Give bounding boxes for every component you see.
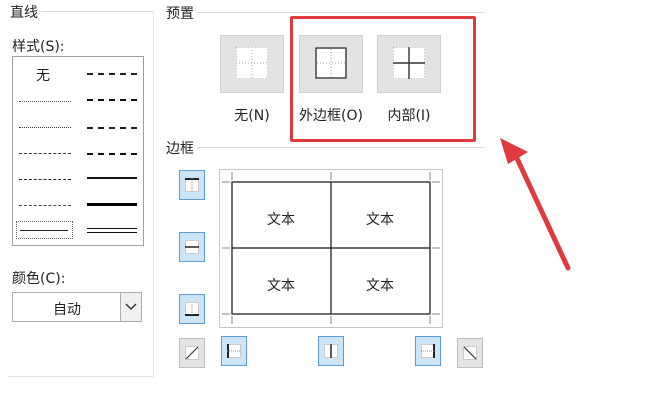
line-style-dashed-short[interactable] [19, 153, 71, 154]
annotation-highlight-box [290, 16, 476, 142]
color-dropdown-value: 自动 [53, 302, 81, 318]
line-style-dash-dot-thick[interactable] [87, 127, 137, 129]
preset-none-button[interactable] [220, 35, 284, 93]
border-diagonal-up-button[interactable] [179, 338, 205, 368]
line-style-dash-dot-medium[interactable] [87, 73, 137, 75]
preview-grid [222, 172, 440, 324]
line-style-none[interactable]: 无 [31, 65, 55, 85]
line-style-dash-dot-dot[interactable] [19, 205, 71, 206]
line-style-dash-dot[interactable] [19, 179, 71, 180]
line-group-title: 直线 [7, 2, 41, 22]
line-style-slant-dash[interactable] [87, 99, 137, 101]
preset-group-rule [165, 12, 485, 13]
border-bottom-button[interactable] [179, 294, 205, 324]
preset-group-title: 预置 [163, 3, 197, 23]
line-style-double[interactable] [87, 228, 137, 233]
line-style-medium-solid[interactable] [87, 177, 137, 179]
border-preview[interactable]: 文本 文本 文本 文本 [219, 169, 443, 328]
line-group-right-edge [153, 11, 154, 377]
style-label: 样式(S): [12, 39, 65, 55]
preview-cell-text: 文本 [366, 278, 394, 294]
color-dropdown[interactable]: 自动 [12, 292, 142, 322]
border-group-title: 边框 [163, 138, 197, 158]
chevron-down-icon[interactable] [120, 293, 141, 321]
line-style-thick-solid[interactable] [87, 203, 137, 206]
preview-cell-text: 文本 [267, 278, 295, 294]
border-inside-horizontal-button[interactable] [179, 232, 205, 262]
border-diagonal-down-button[interactable] [457, 338, 483, 368]
preview-cell-text: 文本 [267, 212, 295, 228]
preset-none-label: 无(N) [234, 108, 270, 124]
border-left-button[interactable] [221, 336, 247, 366]
border-right-button[interactable] [415, 336, 441, 366]
annotation-arrow-icon [500, 138, 571, 271]
border-inside-vertical-button[interactable] [318, 336, 344, 366]
color-label: 颜色(C): [12, 271, 66, 287]
line-style-dotted[interactable] [19, 127, 71, 128]
border-group-rule [165, 147, 485, 148]
line-group-bottom-edge [8, 376, 154, 377]
border-none-icon [236, 47, 268, 79]
line-style-thin-selected[interactable] [16, 221, 73, 239]
line-style-list[interactable]: 无 [12, 56, 144, 246]
line-style-dotted-fine[interactable] [19, 101, 71, 102]
border-top-button[interactable] [179, 170, 205, 200]
line-style-dashed-medium[interactable] [87, 153, 137, 155]
preview-cell-text: 文本 [366, 212, 394, 228]
